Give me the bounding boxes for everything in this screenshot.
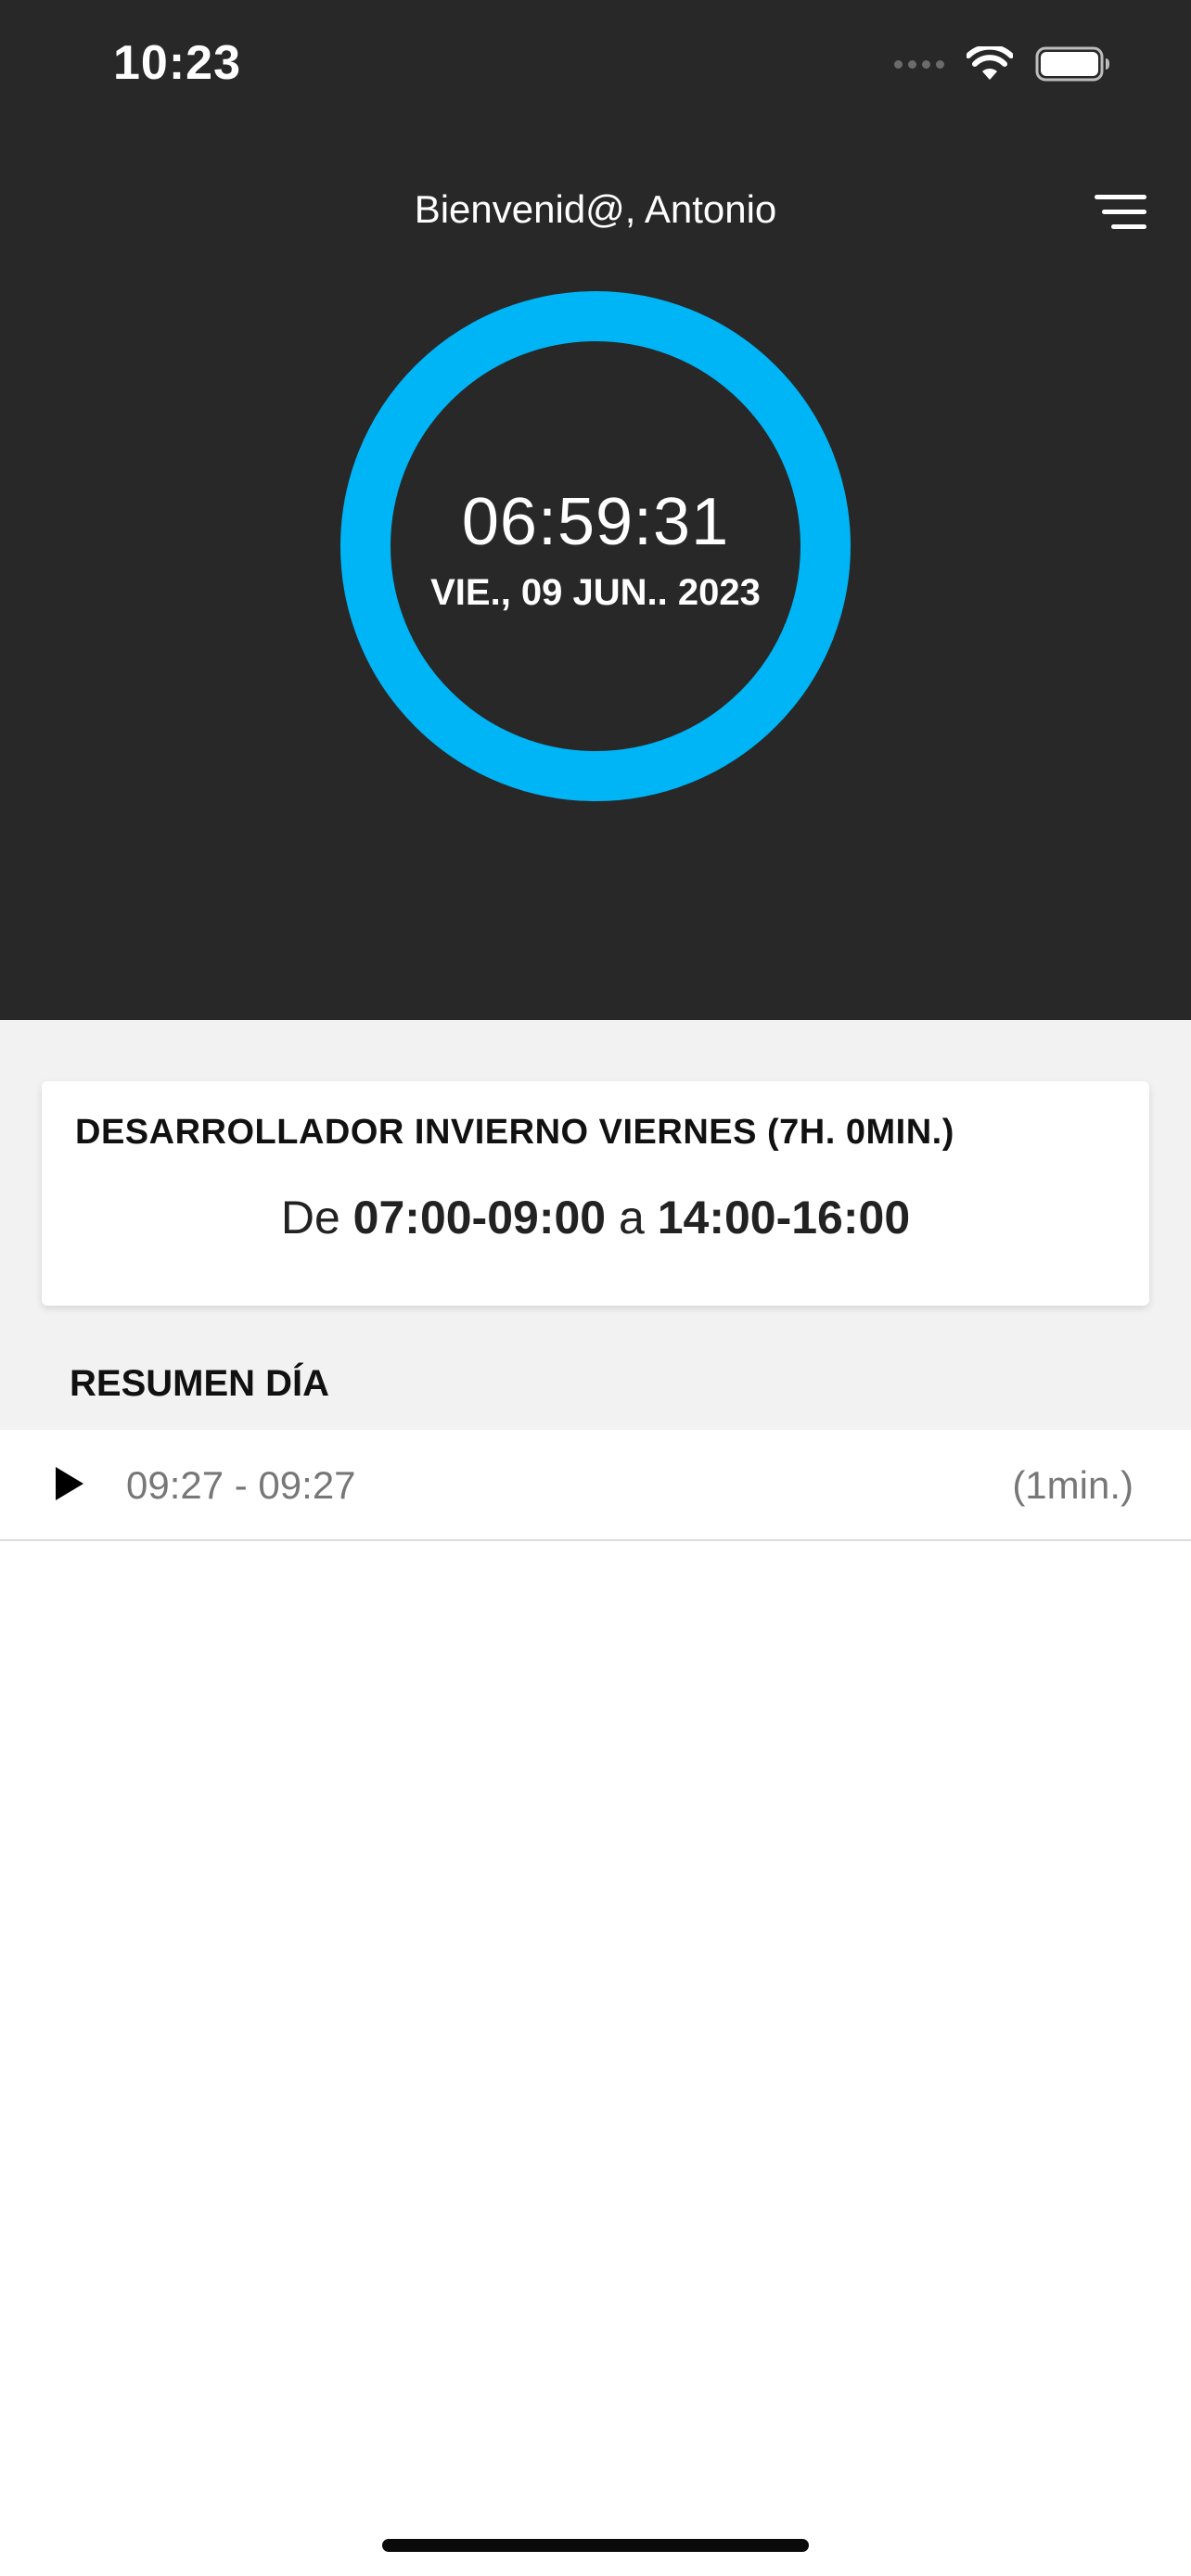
- entry-duration: (1min.): [1012, 1463, 1133, 1507]
- schedule-hours: De 07:00-09:00 a 14:00-16:00: [42, 1191, 1149, 1244]
- schedule-title: DESARROLLADOR INVIERNO VIERNES (7H. 0MIN…: [75, 1113, 954, 1152]
- schedule-to-label: a: [619, 1192, 645, 1243]
- schedule-card[interactable]: DESARROLLADOR INVIERNO VIERNES (7H. 0MIN…: [42, 1081, 1149, 1306]
- home-indicator[interactable]: [382, 2539, 809, 2552]
- list-item[interactable]: 09:27 - 09:27 (1min.): [0, 1430, 1191, 1541]
- schedule-start-range: 07:00-09:00: [352, 1192, 607, 1243]
- status-time: 10:23: [113, 36, 241, 90]
- clock-date: VIE., 09 JUN.. 2023: [430, 572, 761, 613]
- app-screen: 10:23 Bienvenid@, Antonio 06:59:31 VIE.,…: [0, 0, 1191, 2576]
- schedule-end-range: 14:00-16:00: [657, 1192, 911, 1243]
- entry-time-range: 09:27 - 09:27: [126, 1463, 356, 1507]
- header: 10:23 Bienvenid@, Antonio 06:59:31 VIE.,…: [0, 0, 1191, 1020]
- summary-title: RESUMEN DÍA: [70, 1363, 330, 1404]
- clock-display: 06:59:31 VIE., 09 JUN.. 2023: [340, 291, 851, 801]
- clock-time: 06:59:31: [461, 485, 730, 559]
- wifi-icon: [967, 46, 1013, 82]
- cellular-signal-icon: [894, 59, 944, 69]
- welcome-text: Bienvenid@, Antonio: [414, 187, 777, 231]
- battery-icon: [1035, 46, 1111, 82]
- schedule-from-label: De: [280, 1192, 340, 1243]
- play-icon: [54, 1465, 85, 1502]
- menu-icon[interactable]: [1095, 193, 1146, 232]
- status-icons: [894, 46, 1111, 82]
